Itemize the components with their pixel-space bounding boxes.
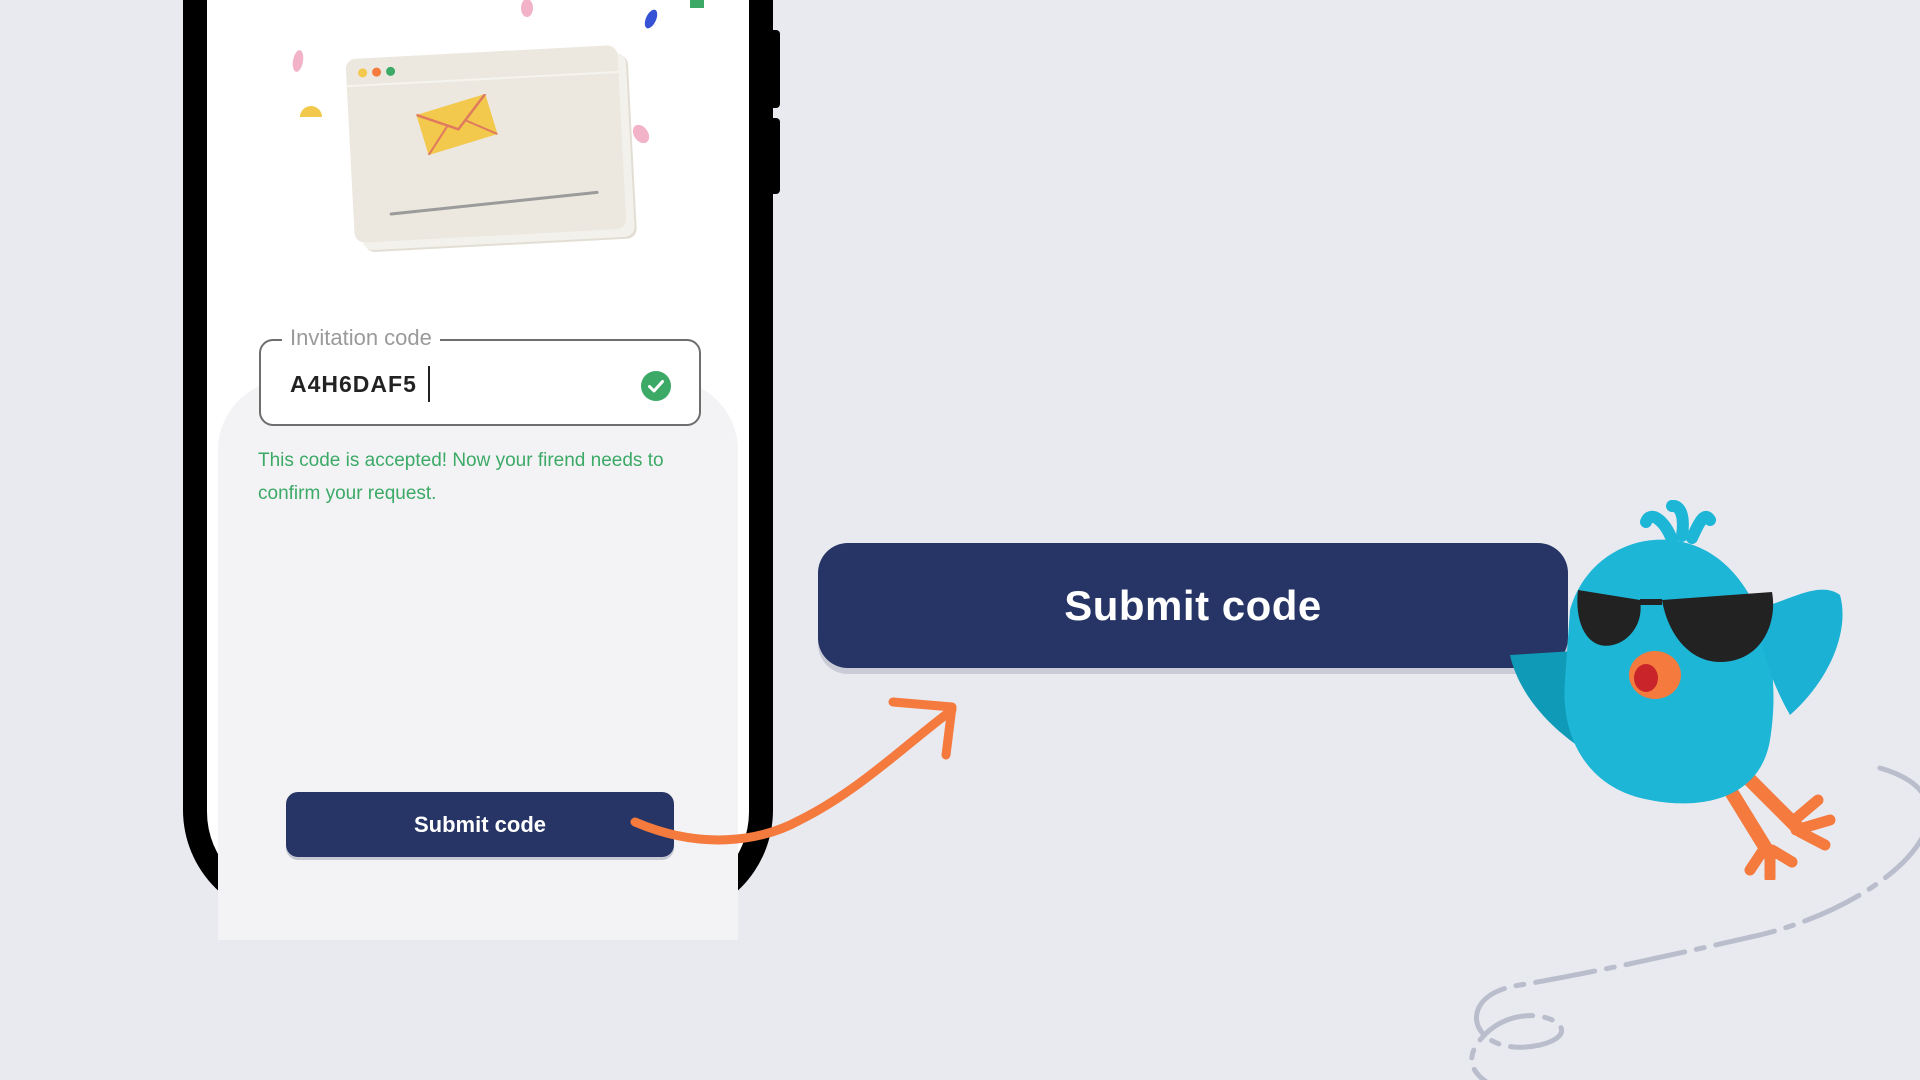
stage: Invitation code A4H6DAF5 This code is ac… [0,0,1920,1080]
bird-sunglasses-mascot [1510,500,1843,880]
